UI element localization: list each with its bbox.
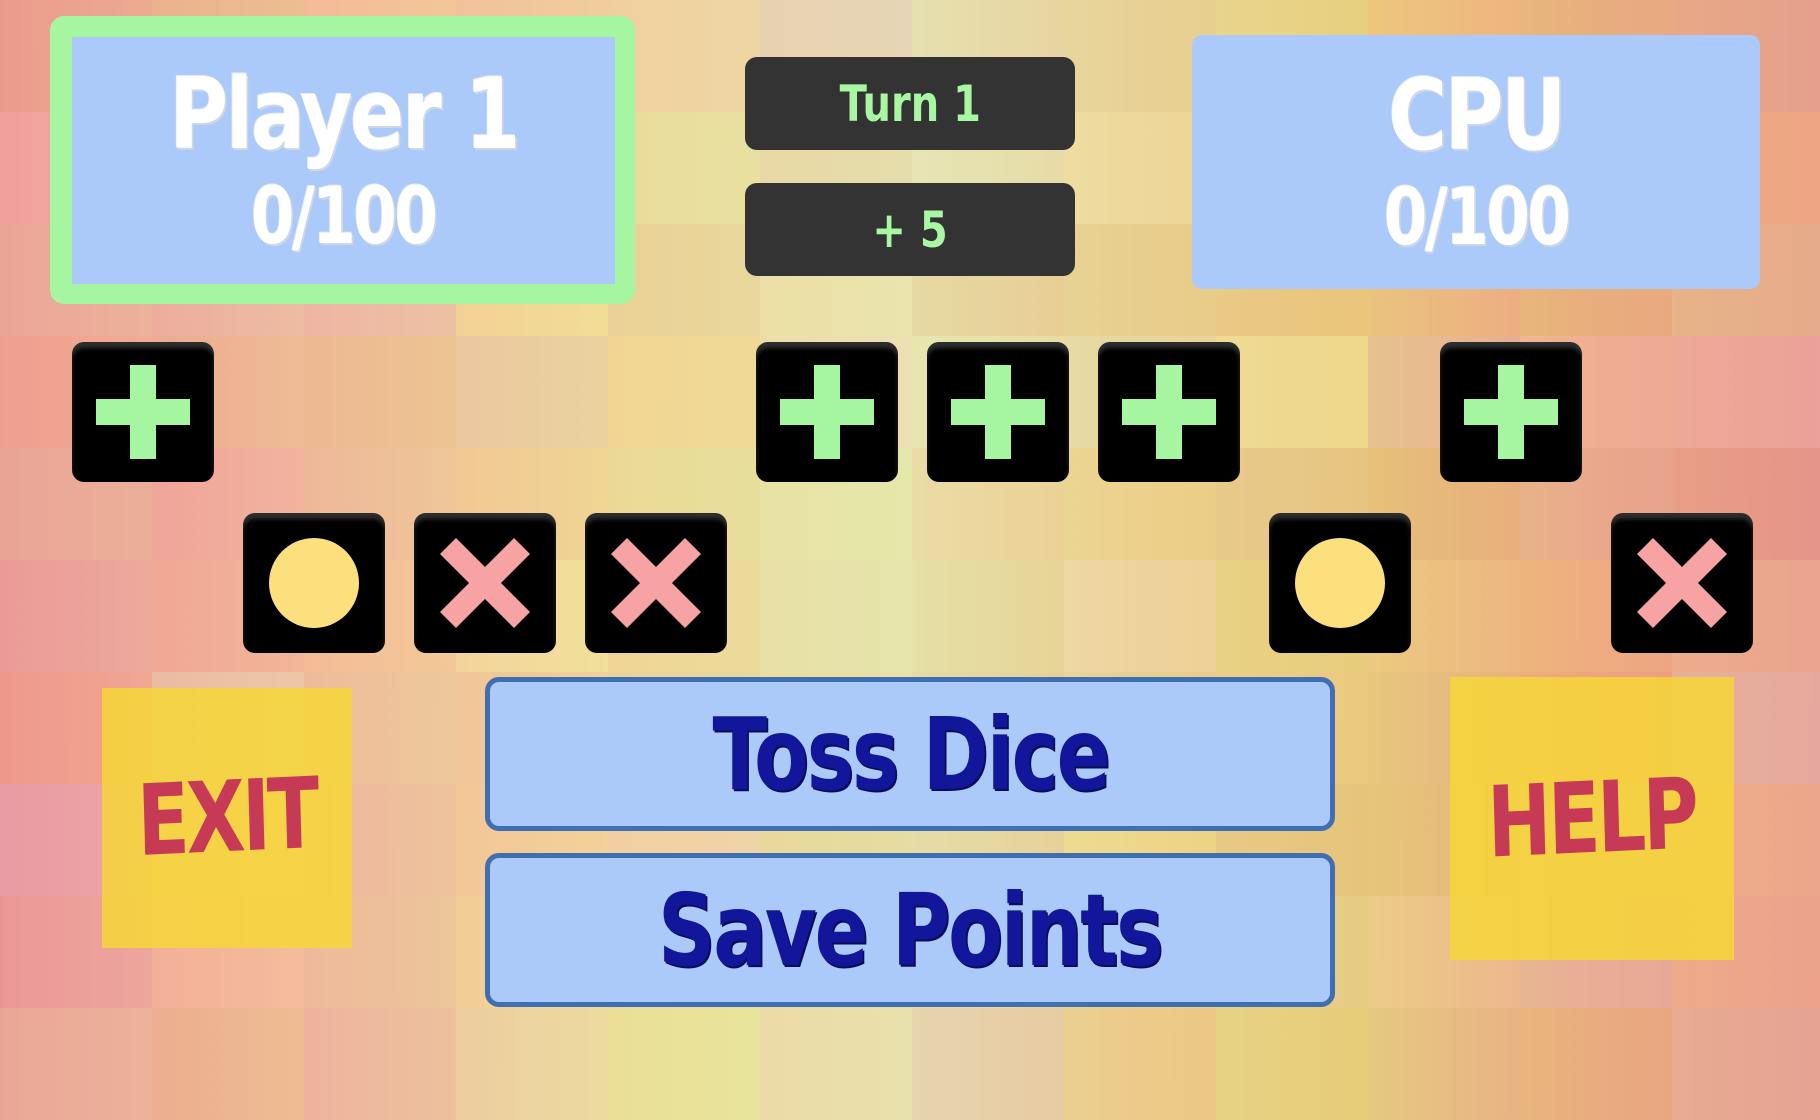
mosaic-tile [760, 560, 912, 672]
cross-icon [1637, 538, 1727, 628]
plus-icon [1464, 365, 1558, 459]
player-name: Player 1 [169, 57, 520, 172]
mosaic-tile [608, 1008, 760, 1120]
mosaic-tile [304, 1008, 456, 1120]
mosaic-tile [1064, 1008, 1216, 1120]
toss-dice-button[interactable]: Toss Dice [485, 677, 1335, 831]
mosaic-tile [456, 336, 608, 448]
cpu-score: 0/100 [1383, 173, 1571, 263]
mosaic-tile [1672, 336, 1820, 448]
mosaic-tile [1672, 1008, 1820, 1120]
plus-icon [96, 365, 190, 459]
die-cross[interactable] [1611, 513, 1753, 653]
mosaic-tile [912, 1008, 1064, 1120]
cpu-panel: CPU 0/100 [1192, 35, 1760, 289]
mosaic-tile [1368, 1008, 1520, 1120]
mosaic-tile [152, 1008, 304, 1120]
die-circle[interactable] [1269, 513, 1411, 653]
player-panel-inner: Player 1 0/100 [72, 37, 615, 284]
mosaic-tile [456, 1008, 608, 1120]
mosaic-tile [0, 1008, 152, 1120]
mosaic-tile [0, 560, 152, 672]
mosaic-tile [1520, 1008, 1672, 1120]
plus-icon [1122, 365, 1216, 459]
player-panel: Player 1 0/100 [50, 16, 635, 304]
mosaic-tile [608, 336, 760, 448]
die-cross[interactable] [414, 513, 556, 653]
pending-points-label: + 5 [872, 200, 948, 259]
cross-icon [440, 538, 530, 628]
die-plus[interactable] [72, 342, 214, 482]
circle-icon [269, 538, 359, 628]
mosaic-tile [1064, 560, 1216, 672]
die-plus[interactable] [1440, 342, 1582, 482]
die-circle[interactable] [243, 513, 385, 653]
save-points-button[interactable]: Save Points [485, 853, 1335, 1007]
mosaic-tile [1216, 1008, 1368, 1120]
mosaic-tile [304, 336, 456, 448]
cpu-name: CPU [1388, 59, 1566, 173]
circle-icon [1295, 538, 1385, 628]
pending-points: + 5 [745, 183, 1075, 276]
exit-label: EXIT [135, 757, 319, 879]
die-plus[interactable] [756, 342, 898, 482]
die-plus[interactable] [1098, 342, 1240, 482]
help-label: HELP [1486, 756, 1698, 881]
die-plus[interactable] [927, 342, 1069, 482]
exit-button[interactable]: EXIT [102, 688, 352, 948]
plus-icon [951, 365, 1045, 459]
cross-icon [611, 538, 701, 628]
toss-dice-label: Toss Dice [712, 695, 1110, 813]
help-button[interactable]: HELP [1450, 677, 1734, 960]
turn-label: Turn 1 [839, 74, 981, 133]
player-score: 0/100 [251, 171, 438, 262]
plus-icon [780, 365, 874, 459]
save-points-label: Save Points [658, 871, 1164, 989]
die-cross[interactable] [585, 513, 727, 653]
mosaic-tile [912, 560, 1064, 672]
turn-indicator: Turn 1 [745, 57, 1075, 150]
mosaic-tile [760, 1008, 912, 1120]
